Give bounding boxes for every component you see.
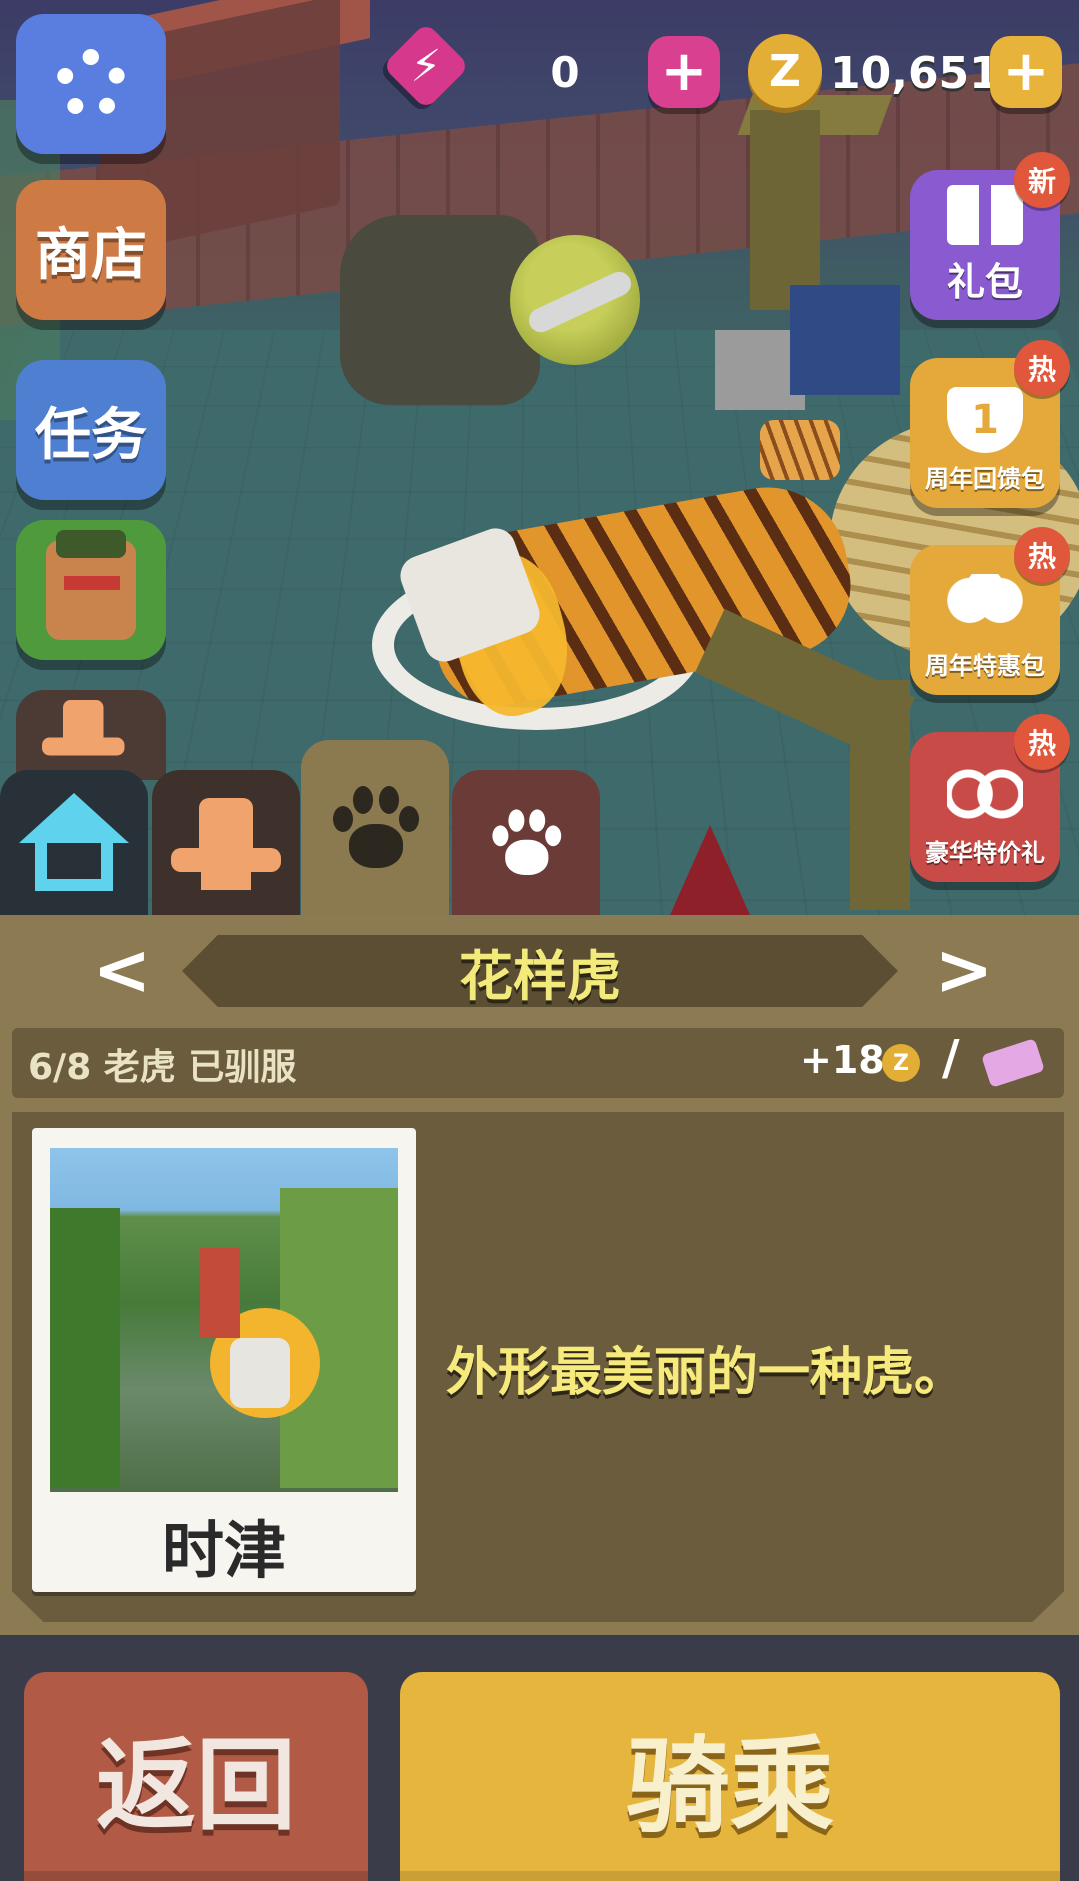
balloons-icon bbox=[947, 574, 1023, 640]
animal-description: 外形最美丽的一种虎。 bbox=[446, 1343, 967, 1403]
add-coins-button[interactable]: + bbox=[990, 36, 1062, 108]
promo-label: 周年特惠包 bbox=[925, 652, 1045, 680]
back-button[interactable]: 返回 bbox=[24, 1672, 368, 1881]
tab-outfit[interactable] bbox=[152, 770, 300, 916]
tasks-button[interactable]: 任务 bbox=[16, 360, 166, 500]
prev-animal-button[interactable]: < bbox=[90, 929, 154, 1011]
animal-name: 花样虎 bbox=[459, 944, 621, 1008]
wooden-post bbox=[850, 680, 910, 910]
separator: / bbox=[942, 1030, 960, 1086]
tab-pets[interactable] bbox=[452, 770, 600, 916]
add-energy-button[interactable]: + bbox=[648, 36, 720, 108]
small-tiger bbox=[760, 420, 840, 480]
promo-label: 豪华特价礼 bbox=[925, 839, 1045, 867]
promo-label: 周年回馈包 bbox=[925, 465, 1045, 493]
gear-icon bbox=[56, 49, 126, 119]
back-label: 返回 bbox=[96, 1727, 296, 1844]
rider bbox=[200, 1248, 240, 1338]
reward-value: +18 bbox=[800, 1038, 885, 1082]
hot-badge: 热 bbox=[1014, 527, 1070, 583]
energy-value: 0 bbox=[550, 48, 580, 97]
hat-icon bbox=[42, 700, 142, 764]
tree bbox=[50, 1208, 120, 1488]
hat-icon bbox=[171, 798, 281, 890]
coin-value: 10,651 bbox=[830, 48, 1000, 99]
plus-icon: + bbox=[1002, 39, 1050, 104]
new-badge: 新 bbox=[1014, 152, 1070, 208]
next-animal-button[interactable]: > bbox=[932, 929, 996, 1011]
red-flag bbox=[670, 825, 750, 915]
tab-animals[interactable] bbox=[301, 740, 449, 916]
anniversary-sale-button[interactable]: 周年特惠包 热 bbox=[910, 527, 1070, 695]
hot-badge: 热 bbox=[1014, 714, 1070, 770]
shop-label: 商店 bbox=[35, 222, 147, 288]
home-icon bbox=[19, 793, 129, 893]
hot-badge: 热 bbox=[1014, 340, 1070, 396]
gift-pack-button[interactable]: 礼包 新 bbox=[910, 152, 1070, 320]
tiger-head bbox=[230, 1338, 290, 1408]
paw-outline-icon bbox=[488, 805, 565, 882]
ride-button[interactable]: 骑乘 bbox=[400, 1672, 1060, 1881]
animal-name-bar: 花样虎 bbox=[182, 935, 898, 1007]
settings-button[interactable] bbox=[16, 14, 166, 154]
tasks-label: 任务 bbox=[35, 402, 147, 468]
blue-block bbox=[790, 285, 900, 395]
deluxe-deal-button[interactable]: 豪华特价礼 热 bbox=[910, 714, 1070, 882]
gift-icon bbox=[947, 185, 1023, 245]
heart-icon: 1 bbox=[947, 387, 1023, 453]
photo-image bbox=[50, 1148, 398, 1492]
anniversary-reward-button[interactable]: 1 周年回馈包 热 bbox=[910, 340, 1070, 508]
tab-home[interactable] bbox=[0, 770, 148, 916]
avatar-face-icon bbox=[46, 530, 136, 640]
paw-icon bbox=[327, 780, 423, 876]
tamed-count: 6/8 老虎 已驯服 bbox=[28, 1047, 297, 1088]
player-avatar-button[interactable] bbox=[16, 520, 166, 660]
plus-icon: + bbox=[660, 39, 708, 104]
shop-button[interactable]: 商店 bbox=[16, 180, 166, 320]
rings-icon bbox=[947, 761, 1023, 827]
lamp-post bbox=[750, 110, 820, 310]
ride-label: 骑乘 bbox=[625, 1725, 834, 1847]
coin-icon: Z bbox=[748, 34, 822, 108]
photo-caption: 时津 bbox=[161, 1514, 286, 1587]
promo-label: 礼包 bbox=[946, 260, 1023, 304]
coin-icon: Z bbox=[882, 1044, 920, 1082]
